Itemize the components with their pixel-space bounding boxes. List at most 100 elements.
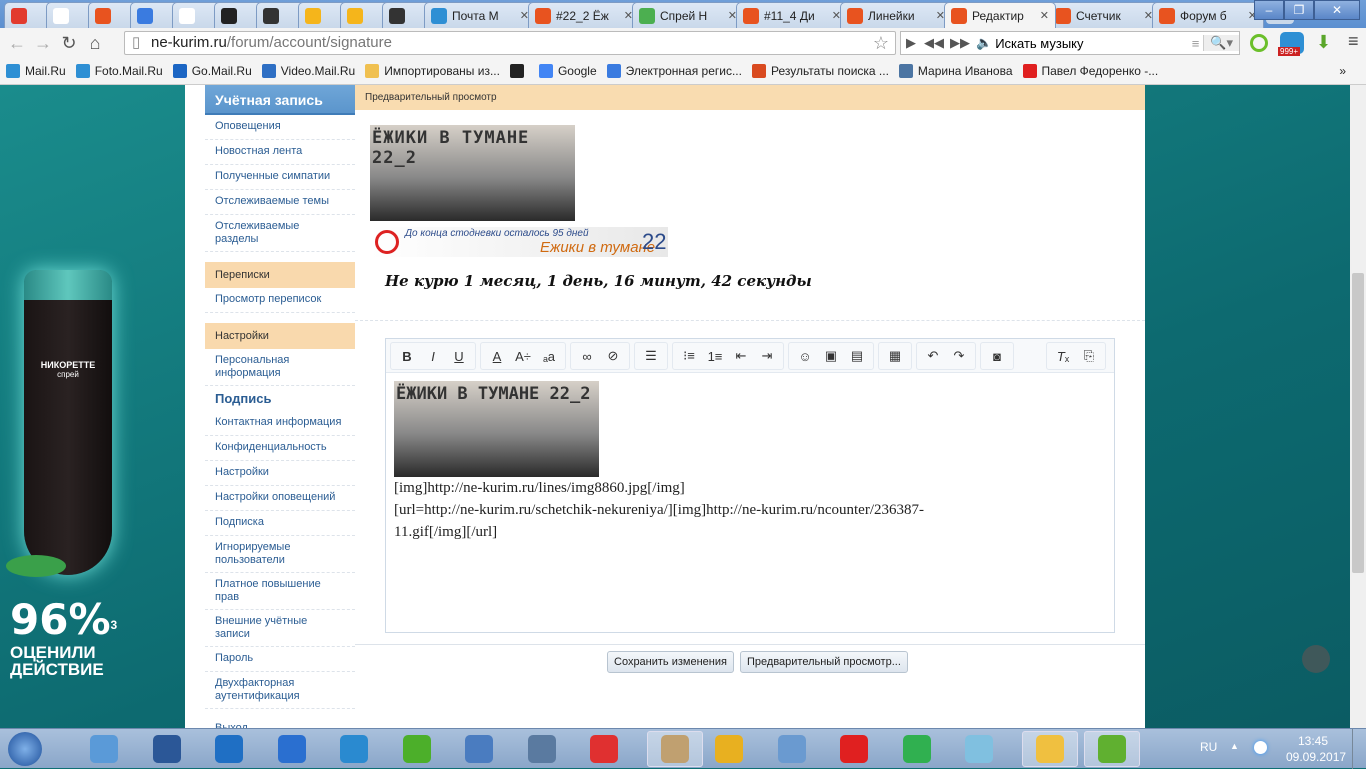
editor-template-icon[interactable]: ▦: [882, 348, 908, 364]
address-bar[interactable]: ▯ ne-kurim.ru/forum/account/signature ☆: [124, 31, 896, 55]
editor-xa-icon[interactable]: ₐa: [536, 349, 562, 364]
sidebar-item[interactable]: Полученные симпатии: [205, 165, 355, 190]
sidebar-item[interactable]: Настройки оповещений: [205, 486, 355, 511]
forward-icon[interactable]: →: [30, 33, 56, 54]
prev-icon[interactable]: ◀◀: [921, 35, 947, 51]
taskbar-app-app-blue[interactable]: [272, 731, 312, 767]
bookmark-item[interactable]: [509, 64, 529, 78]
tray-app-icon[interactable]: [1254, 741, 1267, 754]
editor-align-icon[interactable]: ☰: [638, 348, 664, 364]
back-icon[interactable]: ←: [4, 33, 30, 54]
nicorette-ad[interactable]: НИКОРЕТТЕ спрей 96%3 ОЦЕНИЛИ ДЕЙСТВИЕ: [0, 85, 185, 728]
taskbar-app-yandex[interactable]: [584, 731, 624, 767]
tab-active[interactable]: Редактир ✕: [944, 2, 1056, 28]
bookmark-item[interactable]: Mail.Ru: [6, 64, 66, 78]
taskbar-app-chrome[interactable]: [709, 731, 749, 767]
sidebar-item[interactable]: Отслеживаемые темы: [205, 190, 355, 215]
bookmark-item[interactable]: Foto.Mail.Ru: [75, 64, 163, 78]
editor-ol-icon[interactable]: 1≡: [702, 349, 728, 364]
tab[interactable]: Спрей Н ✕: [632, 2, 744, 28]
sidebar-item[interactable]: Подписка: [205, 511, 355, 536]
tab[interactable]: Форум б ✕: [1152, 2, 1264, 28]
taskbar-app-word[interactable]: [147, 731, 187, 767]
editor-body[interactable]: ЁЖИКИ В ТУМАНЕ 22_2 [img]http://ne-kurim…: [386, 373, 1114, 551]
minimize-button[interactable]: ‒: [1254, 0, 1284, 20]
sidebar-item[interactable]: Оповещения: [205, 115, 355, 140]
taskbar-app-agent[interactable]: [897, 731, 937, 767]
scrollbar-thumb[interactable]: [1352, 273, 1364, 573]
editor-ul-icon[interactable]: ⁝≡: [676, 348, 702, 364]
editor-redo-icon[interactable]: ↷: [946, 348, 972, 364]
bookmark-item[interactable]: Электронная регис...: [606, 64, 742, 78]
bookmark-item[interactable]: Павел Федоренко -...: [1022, 64, 1158, 78]
sidebar-item[interactable]: Просмотр переписок: [205, 288, 355, 313]
preview-button[interactable]: Предварительный просмотр...: [740, 651, 908, 673]
taskbar-app-mail-agent[interactable]: [209, 731, 249, 767]
sidebar-item[interactable]: Отслеживаемые разделы: [205, 215, 355, 252]
editor-outdent-icon[interactable]: ⇤: [728, 348, 754, 364]
taskbar-app-keyboard[interactable]: [522, 731, 562, 767]
extension-icon[interactable]: [1250, 34, 1268, 52]
bookmarks-overflow-button[interactable]: »: [1339, 64, 1346, 78]
taskbar-app-yandex-browser[interactable]: [834, 731, 874, 767]
page-scrollbar[interactable]: [1350, 85, 1366, 728]
sidebar-item[interactable]: Конфиденциальность: [205, 436, 355, 461]
bookmark-star-icon[interactable]: ☆: [873, 32, 889, 54]
taskbar-app-app-a[interactable]: [397, 731, 437, 767]
editor-ax-icon[interactable]: A÷: [510, 349, 536, 364]
music-search-input[interactable]: Искать музыку: [995, 36, 1188, 51]
tab[interactable]: #11_4 Ди ✕: [736, 2, 848, 28]
source-icon[interactable]: ⎘: [1076, 348, 1102, 364]
editor-link-icon[interactable]: ∞: [574, 349, 600, 364]
taskbar-app-volume[interactable]: [459, 731, 499, 767]
bookmark-item[interactable]: Результаты поиска ...: [751, 64, 889, 78]
editor-indent-icon[interactable]: ⇥: [754, 348, 780, 364]
taskbar-app-control-panel[interactable]: [84, 731, 124, 767]
clock-time[interactable]: 13:45: [1298, 734, 1328, 748]
sidebar-item-logout[interactable]: Выход: [205, 717, 355, 728]
sidebar-item-signature-current[interactable]: Подпись: [205, 386, 355, 411]
reload-icon[interactable]: ↻: [56, 33, 82, 54]
tab-close-icon[interactable]: ✕: [1040, 9, 1049, 22]
editor-undo-icon[interactable]: ↶: [920, 348, 946, 364]
sidebar-item[interactable]: Пароль: [205, 647, 355, 672]
start-button[interactable]: [8, 732, 42, 766]
home-icon[interactable]: ⌂: [82, 33, 108, 54]
tray-expand-icon[interactable]: ▲: [1230, 741, 1239, 751]
editor-image-icon[interactable]: ▣: [818, 348, 844, 364]
taskbar-app-app-share[interactable]: [334, 731, 374, 767]
sidebar-item[interactable]: Настройки: [205, 461, 355, 486]
tab[interactable]: Линейки ✕: [840, 2, 952, 28]
next-icon[interactable]: ▶▶: [947, 35, 973, 51]
sidebar-item[interactable]: Персональная информация: [205, 349, 355, 386]
tab[interactable]: Счетчик ✕: [1048, 2, 1160, 28]
editor-b-icon[interactable]: B: [394, 349, 420, 364]
search-icon[interactable]: 🔍▾: [1203, 35, 1239, 51]
editor-i-icon[interactable]: I: [420, 349, 446, 364]
tab[interactable]: #22_2 Ёж ✕: [528, 2, 640, 28]
sidebar-item[interactable]: Контактная информация: [205, 411, 355, 436]
language-indicator[interactable]: RU: [1200, 740, 1217, 754]
remove-format-icon[interactable]: Tₓ: [1050, 349, 1076, 364]
sidebar-item[interactable]: Внешние учётные записи: [205, 610, 355, 647]
taskbar-app-explorer[interactable]: [1021, 731, 1078, 767]
chrome-menu-icon[interactable]: ≡: [1348, 31, 1359, 52]
editor-camera-icon[interactable]: ◙: [984, 349, 1010, 364]
bookmark-item[interactable]: Марина Иванова: [898, 64, 1013, 78]
editor-media-icon[interactable]: ▤: [844, 348, 870, 364]
bookmark-item[interactable]: Go.Mail.Ru: [172, 64, 252, 78]
editor-smiley-icon[interactable]: ☺: [792, 349, 818, 364]
taskbar-app-paint[interactable]: [646, 731, 703, 767]
close-window-button[interactable]: ✕: [1314, 0, 1360, 20]
save-changes-button[interactable]: Сохранить изменения: [607, 651, 734, 673]
sidebar-item[interactable]: Игнорируемые пользователи: [205, 536, 355, 573]
show-desktop-button[interactable]: [1352, 729, 1366, 769]
restore-button[interactable]: ❐: [1284, 0, 1314, 20]
sidebar-item[interactable]: Новостная лента: [205, 140, 355, 165]
extension-badge-icon[interactable]: 999+: [1278, 32, 1304, 56]
scroll-top-icon[interactable]: [1302, 645, 1330, 673]
download-extension-icon[interactable]: ⬇: [1316, 32, 1331, 53]
taskbar-app-calculator[interactable]: [772, 731, 812, 767]
play-icon[interactable]: ▶: [901, 35, 921, 51]
bookmark-item[interactable]: Google: [538, 64, 597, 78]
